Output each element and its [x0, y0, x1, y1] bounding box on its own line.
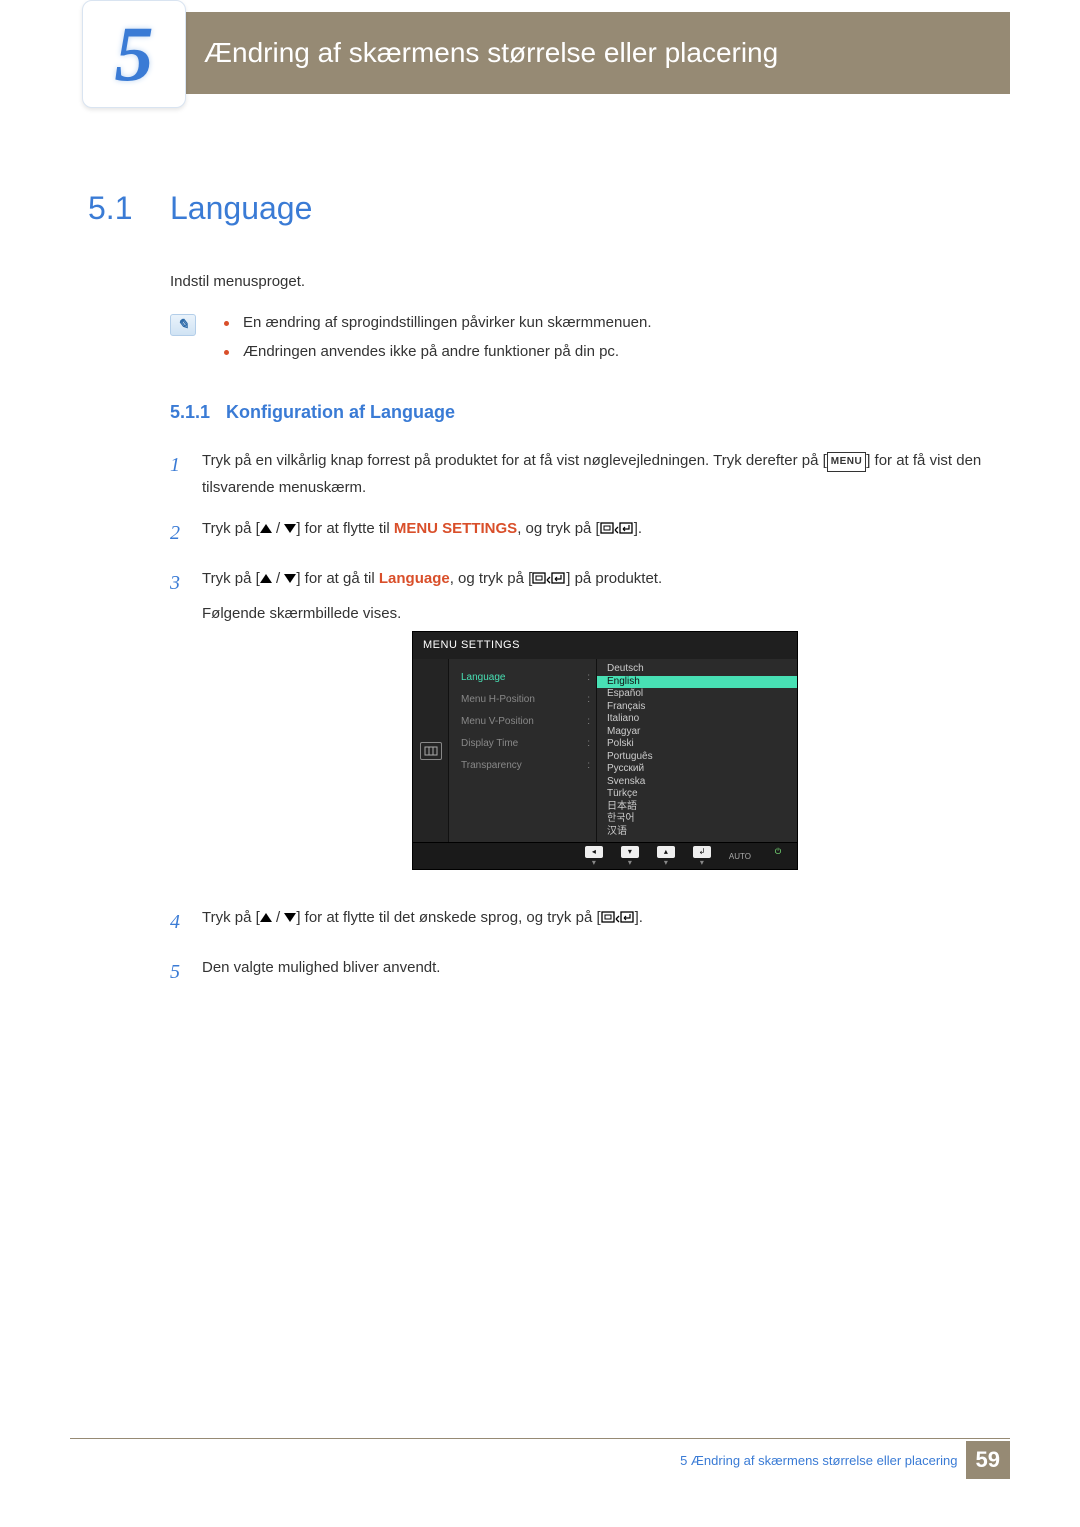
- step-text: Tryk på [: [202, 570, 260, 587]
- note-text: Ændringen anvendes ikke på andre funktio…: [243, 343, 619, 360]
- osd-menu-list: Language: Menu H-Position: Menu V-Positi…: [449, 659, 597, 842]
- osd-power-icon: ⏻: [769, 846, 787, 867]
- subsection-number: 5.1.1: [170, 402, 226, 423]
- osd-menu-item: Display Time:: [461, 733, 590, 755]
- step-text: , og tryk på [: [450, 570, 533, 587]
- step-number: 5: [170, 954, 202, 990]
- step-text: ].: [634, 520, 642, 537]
- note-text: En ændring af sprogindstillingen påvirke…: [243, 314, 652, 331]
- osd-side-icon-area: [413, 659, 449, 842]
- osd-language-item: Deutsch: [597, 663, 797, 676]
- step-text: Følgende skærmbillede vises.: [202, 600, 1008, 627]
- up-icon: [260, 524, 272, 533]
- note-item: En ændring af sprogindstillingen påvirke…: [224, 314, 1008, 331]
- step-text: ] på produktet.: [566, 570, 662, 587]
- chapter-number: 5: [115, 9, 154, 99]
- down-icon: [284, 913, 296, 922]
- footer-text: 5 Ændring af skærmens størrelse eller pl…: [680, 1453, 957, 1468]
- step-text: , og tryk på [: [517, 520, 600, 537]
- subsection-heading: 5.1.1 Konfiguration af Language: [170, 402, 1008, 423]
- osd-back-icon: ◂▾: [585, 846, 603, 867]
- bullet-icon: [224, 321, 229, 326]
- osd-language-item: English: [597, 676, 797, 689]
- section-heading: 5.1 Language: [88, 190, 1008, 227]
- osd-menu-item: Menu H-Position:: [461, 689, 590, 711]
- section-intro: Indstil menusproget.: [170, 271, 1008, 294]
- osd-menu-item: Language:: [461, 667, 590, 689]
- osd-language-item: Русский: [597, 763, 797, 776]
- osd-language-item: 한국어: [597, 813, 797, 826]
- step-4: 4 Tryk på [ / ] for at flytte til det øn…: [170, 904, 1008, 940]
- osd-screenshot: MENU SETTINGS Language: Menu H-Position:…: [412, 631, 798, 871]
- osd-language-item: Polski: [597, 738, 797, 751]
- osd-language-item: Italiano: [597, 713, 797, 726]
- note-icon: ✎: [170, 314, 196, 336]
- step-text: Den valgte mulighed bliver anvendt.: [202, 954, 1008, 990]
- step-3: 3 Tryk på [ / ] for at gå til Language, …: [170, 565, 1008, 891]
- footer-rule: [70, 1438, 1010, 1439]
- step-text: ] for at gå til: [296, 570, 379, 587]
- step-number: 3: [170, 565, 202, 891]
- section-title: Language: [170, 190, 312, 227]
- osd-language-item: Türkçe: [597, 788, 797, 801]
- step-text: Tryk på [: [202, 520, 260, 537]
- step-2: 2 Tryk på [ / ] for at flytte til MENU S…: [170, 515, 1008, 551]
- step-number: 2: [170, 515, 202, 551]
- settings-icon: [420, 742, 442, 760]
- chapter-header: Ændring af skærmens størrelse eller plac…: [94, 12, 1010, 94]
- osd-language-item: Magyar: [597, 726, 797, 739]
- osd-language-list: DeutschEnglishEspañolFrançaisItalianoMag…: [597, 659, 797, 842]
- osd-language-item: 日本語: [597, 801, 797, 814]
- menu-target: MENU SETTINGS: [394, 520, 517, 537]
- step-text: ].: [635, 909, 643, 926]
- enter-return-icon: [600, 520, 634, 537]
- step-number: 4: [170, 904, 202, 940]
- osd-language-item: Português: [597, 751, 797, 764]
- note-block: ✎ En ændring af sprogindstillingen påvir…: [170, 314, 1008, 372]
- step-text: ] for at flytte til: [296, 520, 394, 537]
- page-footer: 5 Ændring af skærmens størrelse eller pl…: [680, 1441, 1010, 1479]
- osd-language-item: Français: [597, 701, 797, 714]
- osd-down-icon: ▾▾: [621, 846, 639, 867]
- step-5: 5 Den valgte mulighed bliver anvendt.: [170, 954, 1008, 990]
- osd-language-item: Svenska: [597, 776, 797, 789]
- osd-enter-icon: ↲▾: [693, 846, 711, 867]
- menu-target: Language: [379, 570, 450, 587]
- osd-language-item: Español: [597, 688, 797, 701]
- enter-return-icon: [601, 909, 635, 926]
- osd-up-icon: ▴▾: [657, 846, 675, 867]
- chapter-badge: 5: [82, 0, 186, 108]
- osd-language-item: 汉语: [597, 826, 797, 839]
- step-number: 1: [170, 447, 202, 501]
- chapter-title: Ændring af skærmens størrelse eller plac…: [204, 37, 778, 69]
- osd-menu-item: Menu V-Position:: [461, 711, 590, 733]
- up-icon: [260, 574, 272, 583]
- osd-menu-item: Transparency:: [461, 755, 590, 777]
- menu-button-label: MENU: [827, 452, 866, 472]
- page-number: 59: [966, 1441, 1010, 1479]
- osd-auto-label: AUTO: [729, 850, 751, 864]
- down-icon: [284, 574, 296, 583]
- osd-title: MENU SETTINGS: [413, 632, 797, 660]
- step-1: 1 Tryk på en vilkårlig knap forrest på p…: [170, 447, 1008, 501]
- bullet-icon: [224, 350, 229, 355]
- enter-return-icon: [532, 570, 566, 587]
- osd-footer: ◂▾ ▾▾ ▴▾ ↲▾ AUTO ⏻: [413, 842, 797, 869]
- step-text: ] for at flytte til det ønskede sprog, o…: [296, 909, 600, 926]
- up-icon: [260, 913, 272, 922]
- section-number: 5.1: [88, 190, 170, 227]
- note-item: Ændringen anvendes ikke på andre funktio…: [224, 343, 1008, 360]
- down-icon: [284, 524, 296, 533]
- subsection-title: Konfiguration af Language: [226, 402, 455, 423]
- step-text: Tryk på en vilkårlig knap forrest på pro…: [202, 452, 827, 469]
- step-text: Tryk på [: [202, 909, 260, 926]
